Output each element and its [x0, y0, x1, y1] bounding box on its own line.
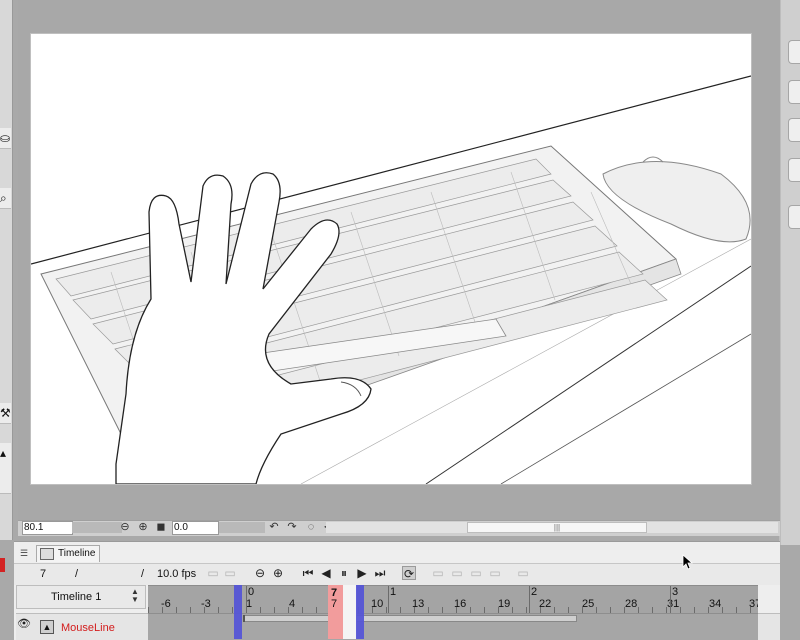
loop-icon[interactable]: ⟳ [402, 566, 416, 581]
panel-menu-icon[interactable]: ☰ [20, 548, 30, 558]
timeline-zoom-in-icon[interactable]: ⊕ [271, 566, 285, 580]
layer-name[interactable]: MouseLine [61, 622, 115, 634]
current-frame[interactable]: 7 [40, 568, 46, 580]
zoom-slider[interactable] [72, 522, 122, 533]
ruler-second-label: 2 [531, 586, 538, 598]
first-frame-icon[interactable]: ⏮ [301, 566, 315, 580]
ruler-second-tick [529, 586, 530, 613]
ruler-second-label: 3 [672, 586, 679, 598]
bucket-tool-icon[interactable]: ⛀ [0, 128, 11, 149]
keyframe-icon[interactable]: ▭ [516, 566, 530, 580]
rotation-field[interactable]: 0.0 [172, 521, 219, 535]
drawing-canvas[interactable] [30, 33, 752, 485]
ruler-frame-label: 25 [582, 598, 595, 610]
ruler-frame-label: 31 [667, 598, 680, 610]
timeline-toolbar [14, 563, 780, 585]
right-panel-tab-3[interactable] [788, 118, 800, 142]
eye-icon[interactable]: 👁 [17, 617, 31, 631]
ruler-frame-label: -3 [201, 598, 211, 610]
next-frame-icon[interactable]: ▶ [355, 566, 369, 580]
ruler-frame-label: 19 [498, 598, 511, 610]
mouse-cursor-icon [682, 554, 694, 570]
left-scroll-icon[interactable]: ▴ [0, 443, 11, 494]
fps-value[interactable]: 10.0 fps [157, 568, 196, 580]
current-frame-highlight [343, 585, 357, 639]
right-panel-tab-4[interactable] [788, 158, 800, 182]
rotate-right-icon[interactable]: ↷ [286, 521, 298, 533]
zoom-field[interactable]: 80.1 [22, 521, 73, 535]
ruler-frame-label: 4 [289, 598, 296, 610]
right-panel-tab-5[interactable] [788, 205, 800, 229]
cel-range-bar[interactable] [243, 615, 577, 622]
rotate-left-icon[interactable]: ↶ [268, 521, 280, 533]
ruler-second-label: 1 [390, 586, 397, 598]
ruler-second-label: 0 [248, 586, 255, 598]
ruler-frame-label: 34 [709, 598, 722, 610]
reset-rotation-icon[interactable]: ◌ [305, 521, 317, 533]
new-animation-folder-icon[interactable]: ▭ [450, 566, 464, 580]
right-panel-tab-2[interactable] [788, 80, 800, 104]
tab-timeline-label: Timeline [58, 548, 96, 559]
onion-skin-icon[interactable]: ▭ [206, 566, 220, 580]
search-tool-icon[interactable]: ⌕ [0, 188, 11, 209]
wrench-tool-icon[interactable]: ⚒ [0, 403, 11, 424]
ruler-second-tick [388, 586, 389, 613]
left-color-indicator [0, 558, 5, 572]
marker-frame-bottom: 7 [331, 598, 338, 610]
ruler-second-tick [670, 586, 671, 613]
timeline-name-select[interactable]: Timeline 1 [16, 585, 146, 609]
layer-type-icon: ▲ [40, 620, 54, 634]
fit-icon[interactable]: ◼ [155, 521, 167, 533]
light-table-icon[interactable]: ▭ [223, 566, 237, 580]
cel-start-marker [243, 615, 245, 622]
horizontal-scroll-thumb[interactable]: ||| [467, 522, 647, 533]
zoom-out-icon[interactable]: ⊖ [119, 521, 131, 533]
new-cel-icon[interactable]: ▭ [431, 566, 445, 580]
previous-frame-icon[interactable]: ◀ [319, 566, 333, 580]
ruler-frame-label: 28 [625, 598, 638, 610]
frame-separator-right: / [141, 568, 145, 580]
pause-icon[interactable]: ⏸ [337, 566, 351, 580]
last-frame-icon[interactable]: ⏭ [373, 566, 387, 580]
timeline-tab-icon [40, 548, 54, 560]
timeline-stepper-icon[interactable]: ▲ ▼ [130, 588, 140, 606]
timeline-zoom-out-icon[interactable]: ⊖ [253, 566, 267, 580]
edit-cels-icon[interactable]: ▭ [488, 566, 502, 580]
zoom-in-icon[interactable]: ⊕ [137, 521, 149, 533]
playback-end-marker[interactable] [356, 585, 364, 639]
frame-separator-left: / [75, 568, 79, 580]
keyboard-hand-drawing [31, 75, 751, 484]
rotation-slider[interactable] [219, 522, 265, 533]
specify-cels-icon[interactable]: ▭ [469, 566, 483, 580]
right-panel-tab-1[interactable] [788, 40, 800, 64]
playback-start-marker[interactable] [234, 585, 242, 639]
